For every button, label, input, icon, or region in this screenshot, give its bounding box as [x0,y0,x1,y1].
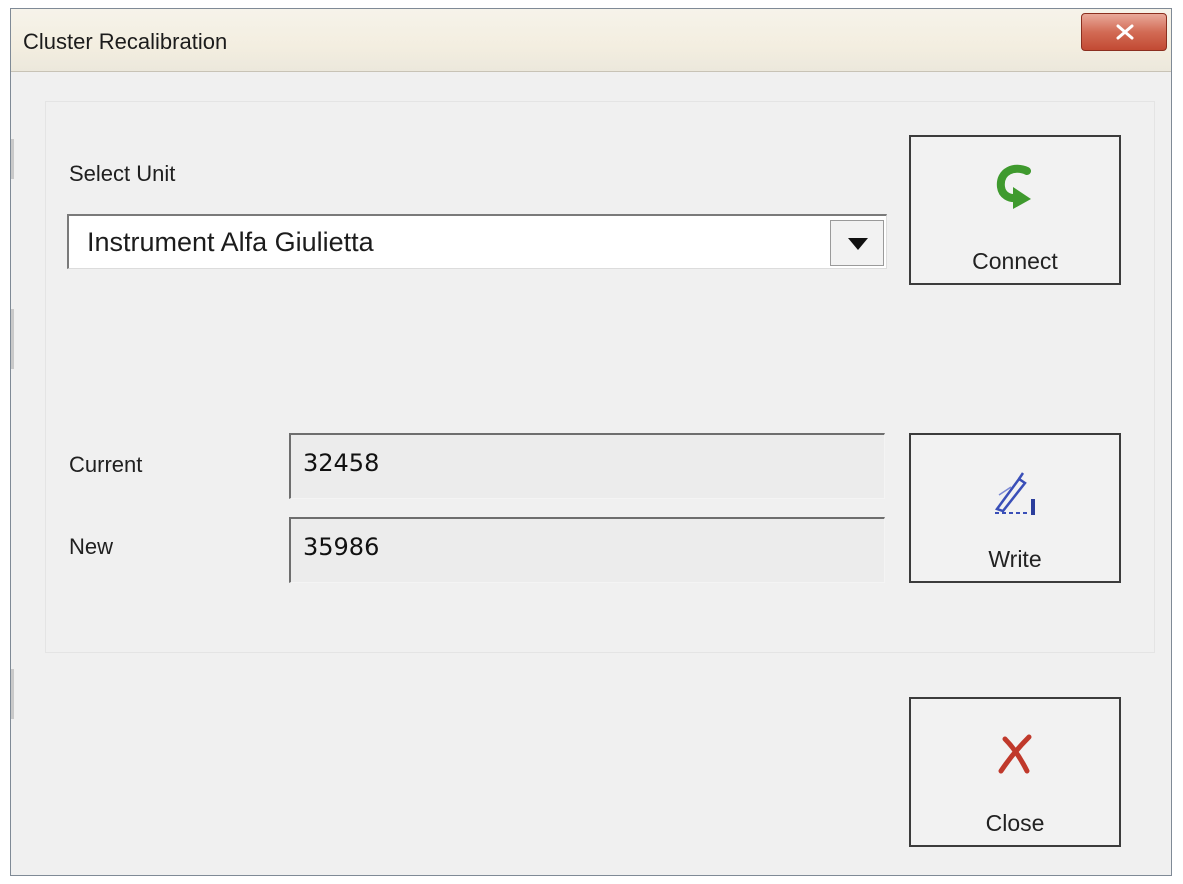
connect-button[interactable]: Connect [909,135,1121,285]
current-value: 32458 [303,449,380,477]
connect-arrow-icon [991,161,1039,214]
pen-write-icon [989,465,1041,522]
red-x-icon [995,731,1035,780]
write-button[interactable]: Write [909,433,1121,583]
connect-button-label: Connect [972,248,1058,274]
unit-select-value: Instrument Alfa Giulietta [87,227,374,257]
unit-select-dropdown[interactable]: Instrument Alfa Giulietta [67,214,887,269]
frame-edge [11,309,14,369]
window-close-button[interactable] [1081,13,1167,51]
select-unit-label: Select Unit [69,161,176,186]
close-button-label: Close [985,810,1045,836]
write-button-label: Write [988,546,1042,572]
dropdown-toggle-button[interactable] [830,220,884,266]
current-value-field[interactable]: 32458 [289,433,885,499]
new-value: 35986 [303,533,380,561]
frame-edge [11,139,14,179]
new-value-field[interactable]: 35986 [289,517,885,583]
new-label: New [69,534,114,559]
close-icon [1116,24,1134,40]
close-button[interactable]: Close [909,697,1121,847]
frame-edge [11,669,14,719]
cluster-recalibration-dialog: Cluster Recalibration Select Unit Instru… [10,8,1172,876]
window-title: Cluster Recalibration [23,29,228,54]
title-bar: Cluster Recalibration [11,9,1171,72]
chevron-down-icon [848,238,868,250]
current-label: Current [69,452,143,477]
